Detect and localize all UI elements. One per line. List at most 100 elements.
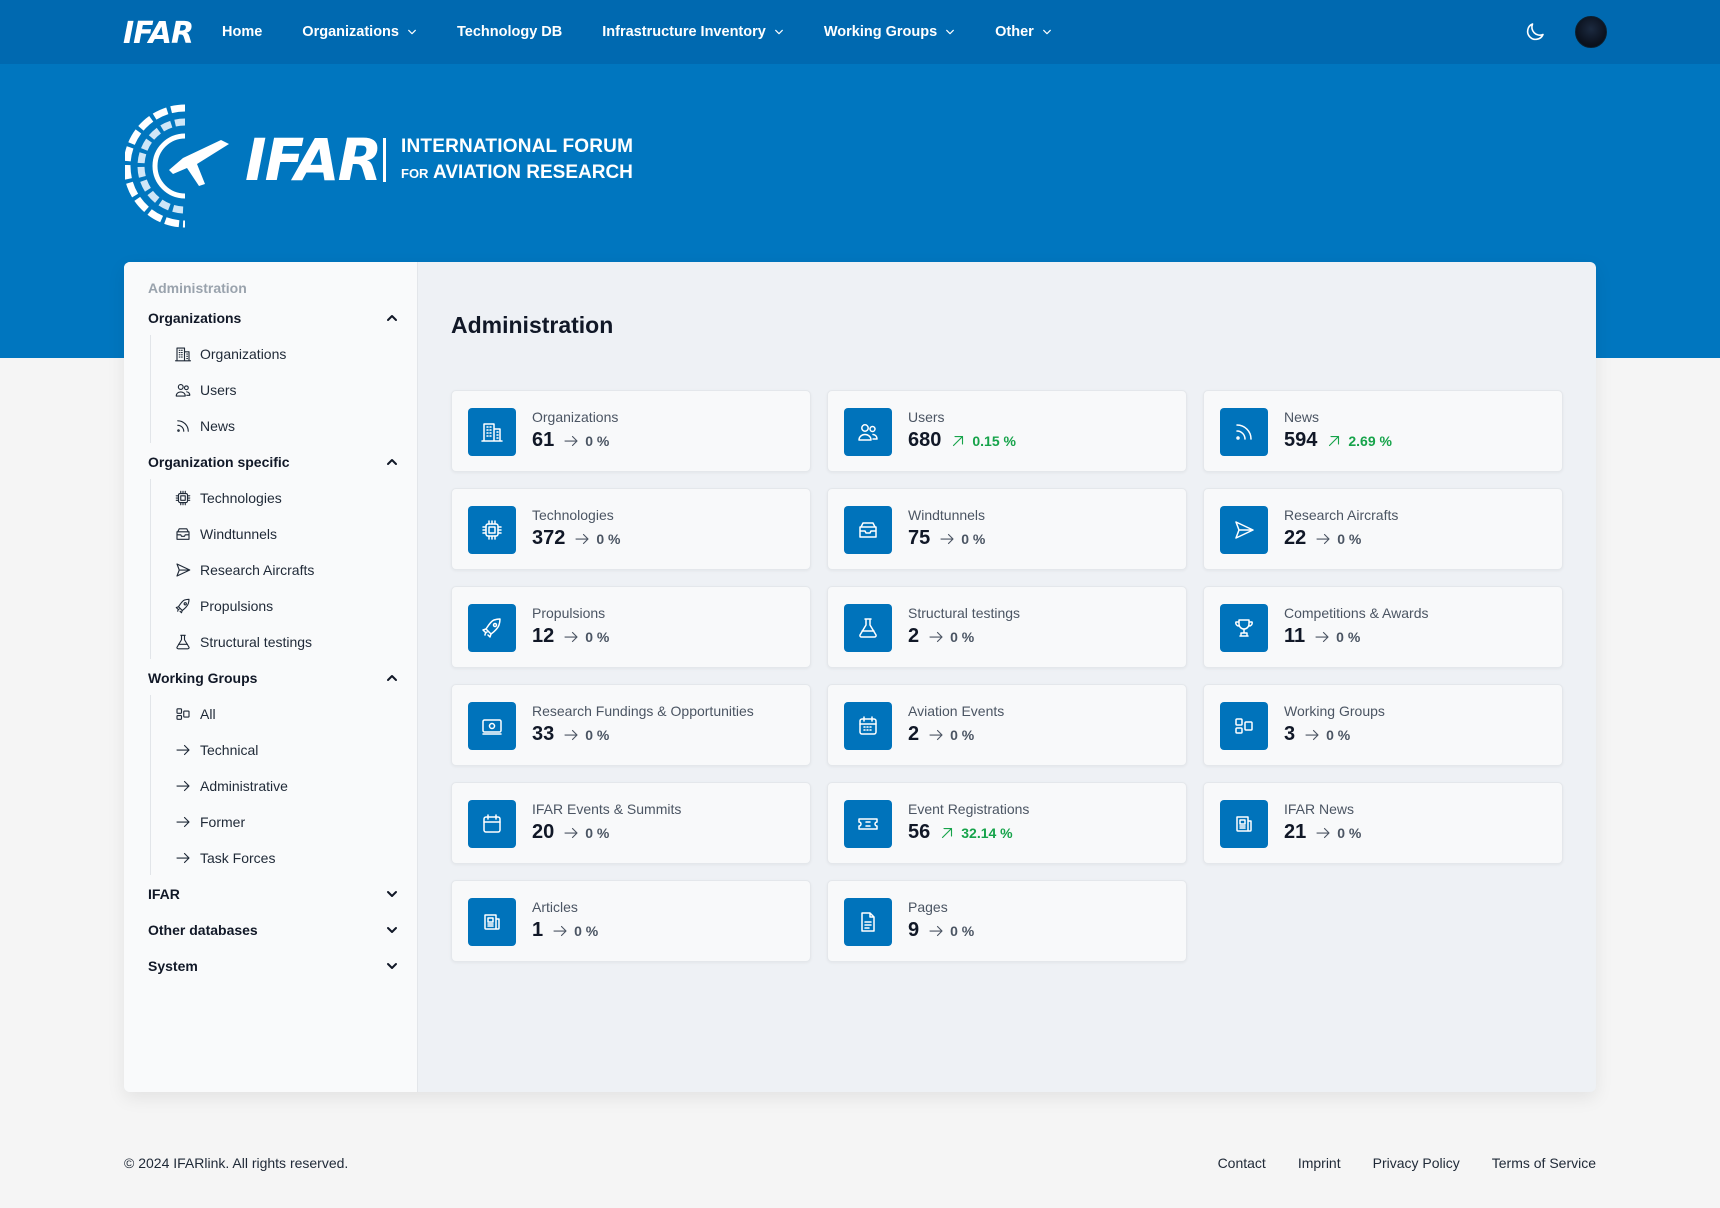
stat-card-windtunnels[interactable]: Windtunnels 75 0 %	[827, 488, 1187, 570]
nav-item-working-groups[interactable]: Working Groups	[824, 24, 955, 40]
inbox-stack-icon	[859, 522, 877, 538]
footer-link-terms-of-service[interactable]: Terms of Service	[1492, 1155, 1596, 1171]
avatar[interactable]	[1575, 16, 1607, 48]
sidebar-tree-line	[150, 335, 151, 443]
nav-menu: Home Organizations Technology DB Infrastruc…	[222, 0, 1092, 64]
stat-card-working-groups[interactable]: Working Groups 3 0 %	[1203, 684, 1563, 766]
nav-item-other[interactable]: Other	[995, 24, 1052, 40]
stat-value: 20	[532, 821, 555, 843]
stat-icon-box	[1220, 800, 1268, 848]
sidebar-group-ifar[interactable]: IFAR	[148, 883, 398, 905]
stat-label: Competitions & Awards	[1284, 605, 1429, 621]
arrow-right-icon	[176, 744, 190, 756]
stat-card-research-aircrafts[interactable]: Research Aircrafts 22 0 %	[1203, 488, 1563, 570]
sidebar-item-windtunnels[interactable]: Windtunnels	[174, 523, 277, 545]
sidebar-item-news[interactable]: News	[174, 415, 235, 437]
sidebar-group-organization-specific[interactable]: Organization specific	[148, 451, 398, 473]
stat-trend: 0 %	[927, 726, 974, 744]
sidebar-tree-line	[150, 695, 151, 875]
stat-label: IFAR Events & Summits	[532, 801, 682, 817]
brand-line-2-small: FOR	[401, 166, 429, 181]
sidebar-item-research-aircrafts[interactable]: Research Aircrafts	[174, 559, 314, 581]
sidebar-group-organizations[interactable]: Organizations	[148, 307, 398, 329]
stat-value: 56	[908, 821, 931, 843]
stat-value: 594	[1284, 429, 1318, 451]
footer-links: Contact Imprint Privacy Policy Terms of Ser…	[1218, 1155, 1596, 1171]
arrow-right-icon	[940, 533, 954, 544]
sidebar-item-propulsions[interactable]: Propulsions	[174, 595, 273, 617]
arrow-right-icon	[564, 827, 578, 838]
stat-card-pages[interactable]: Pages 9 0 %	[827, 880, 1187, 962]
document-icon	[861, 912, 875, 932]
sidebar-group-working-groups[interactable]: Working Groups	[148, 667, 398, 689]
inbox-stack-icon	[176, 528, 190, 540]
stat-card-competitions-awards[interactable]: Competitions & Awards 11 0 %	[1203, 586, 1563, 668]
stat-card-news[interactable]: News 594 2.69 %	[1203, 390, 1563, 472]
sidebar-item-all[interactable]: All	[174, 703, 216, 725]
sidebar-item-technologies[interactable]: Technologies	[174, 487, 282, 509]
stat-card-event-registrations[interactable]: Event Registrations 56 32.14 %	[827, 782, 1187, 864]
stat-trend: 32.14 %	[938, 824, 1013, 842]
banknote-icon	[482, 719, 502, 735]
nav-item-label: Organizations	[302, 24, 399, 40]
sidebar-item-administrative[interactable]: Administrative	[174, 775, 288, 797]
sidebar-item-label: All	[200, 706, 216, 722]
sidebar-group-system[interactable]: System	[148, 955, 398, 977]
sidebar-group-label: Other databases	[148, 922, 258, 938]
trend-up-icon	[1329, 435, 1340, 446]
stat-card-ifar-news[interactable]: IFAR News 21 0 %	[1203, 782, 1563, 864]
stat-icon-box	[468, 702, 516, 750]
footer-link-imprint[interactable]: Imprint	[1298, 1155, 1341, 1171]
stat-card-organizations[interactable]: Organizations 61 0 %	[451, 390, 811, 472]
stat-icon-box	[468, 408, 516, 456]
brand-line-2: FOR AVIATION RESEARCH	[401, 162, 633, 184]
sidebar-item-label: Propulsions	[200, 598, 274, 614]
sidebar-item-label: Technical	[200, 742, 259, 758]
sidebar-item-organizations[interactable]: Organizations	[174, 343, 286, 365]
sidebar-group-other-databases[interactable]: Other databases	[148, 919, 398, 941]
stat-card-articles[interactable]: Articles 1 0 %	[451, 880, 811, 962]
stat-value-row: 2 0 %	[908, 723, 974, 746]
arrow-right-icon	[1305, 729, 1319, 740]
sidebar-item-task-forces[interactable]: Task Forces	[174, 847, 275, 869]
sidebar-item-structural-testings[interactable]: Structural testings	[174, 631, 312, 653]
stat-icon-box	[1220, 408, 1268, 456]
nav-item-technology-db[interactable]: Technology DB	[457, 24, 562, 40]
stat-trend: 0 %	[562, 824, 609, 842]
stat-card-structural-testings[interactable]: Structural testings 2 0 %	[827, 586, 1187, 668]
stat-label: News	[1284, 409, 1320, 425]
arrow-right-icon	[929, 925, 943, 936]
nav-item-organizations[interactable]: Organizations	[302, 24, 417, 40]
stat-value: 9	[908, 919, 920, 941]
stat-card-technologies[interactable]: Technologies 372 0 %	[451, 488, 811, 570]
stat-card-ifar-events-summits[interactable]: IFAR Events & Summits 20 0 %	[451, 782, 811, 864]
sidebar-item-label: Windtunnels	[200, 526, 278, 542]
squares-icon	[1235, 718, 1253, 734]
stat-value-row: 75 0 %	[908, 527, 985, 550]
sidebar-item-users[interactable]: Users	[174, 379, 237, 401]
stat-value: 2	[908, 723, 920, 745]
stat-card-propulsions[interactable]: Propulsions 12 0 %	[451, 586, 811, 668]
stat-card-aviation-events[interactable]: Aviation Events 2 0 %	[827, 684, 1187, 766]
stat-label: Users	[908, 409, 945, 425]
stat-change: 32.14 %	[961, 824, 1013, 841]
stat-value: 372	[532, 527, 566, 549]
sidebar-item-technical[interactable]: Technical	[174, 739, 258, 761]
stat-change: 0 %	[585, 824, 610, 841]
arrow-right-icon	[1316, 533, 1330, 544]
nav-logo[interactable]: IFAR	[123, 16, 194, 51]
logo-emblem-icon	[125, 104, 229, 228]
footer-link-contact[interactable]: Contact	[1218, 1155, 1266, 1171]
sidebar-item-former[interactable]: Former	[174, 811, 245, 833]
nav-item-home[interactable]: Home	[222, 24, 262, 40]
nav-item-infrastructure-inventory[interactable]: Infrastructure Inventory	[602, 24, 784, 40]
moon-icon[interactable]	[1523, 20, 1547, 44]
stat-icon-box	[844, 800, 892, 848]
sidebar-item-label: Task Forces	[200, 850, 276, 866]
stat-trend: 0 %	[562, 628, 609, 646]
stat-value-row: 22 0 %	[1284, 527, 1361, 550]
footer-link-privacy-policy[interactable]: Privacy Policy	[1373, 1155, 1460, 1171]
stat-trend: 0 %	[938, 530, 985, 548]
stat-card-users[interactable]: Users 680 0.15 %	[827, 390, 1187, 472]
stat-card-research-fundings-opportunities[interactable]: Research Fundings & Opportunities 33 0 %	[451, 684, 811, 766]
